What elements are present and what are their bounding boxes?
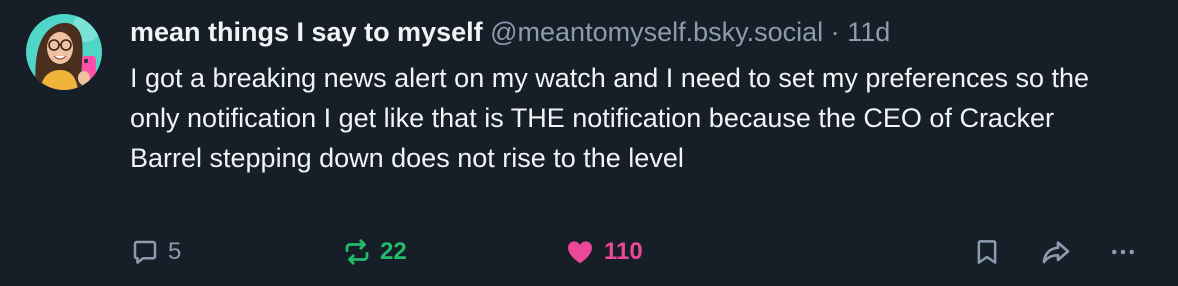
post-timestamp[interactable]: 11d: [847, 17, 890, 47]
heart-filled-icon: [568, 241, 592, 264]
avatar[interactable]: [26, 14, 102, 90]
share-arrow-icon: [1042, 241, 1070, 264]
bookmark-button[interactable]: [972, 232, 1002, 272]
reply-button[interactable]: 5: [130, 232, 181, 272]
post-text: I got a breaking news alert on my watch …: [130, 63, 1090, 173]
author-handle[interactable]: @meantomyself.bsky.social: [490, 17, 823, 47]
author-display-name[interactable]: mean things I say to myself: [130, 17, 483, 47]
post: mean things I say to myself @meantomysel…: [0, 0, 1178, 286]
like-count: 110: [604, 238, 643, 265]
post-actions: 5 22 110: [130, 232, 1158, 272]
reply-count: 5: [168, 238, 182, 265]
share-button[interactable]: [1040, 232, 1072, 272]
post-content: mean things I say to myself @meantomysel…: [130, 14, 1138, 178]
more-options-button[interactable]: [1108, 232, 1138, 272]
repost-arrows-icon: [345, 239, 369, 265]
like-button[interactable]: 110: [564, 232, 643, 272]
bookmark-icon: [977, 240, 997, 264]
repost-button[interactable]: 22: [342, 232, 407, 272]
speech-bubble-icon: [133, 240, 157, 264]
avatar-image: [26, 14, 102, 90]
repost-count: 22: [380, 238, 407, 265]
post-header: mean things I say to myself @meantomysel…: [130, 14, 1138, 50]
header-separator: ·: [830, 17, 840, 47]
ellipsis-icon: [1112, 249, 1134, 255]
